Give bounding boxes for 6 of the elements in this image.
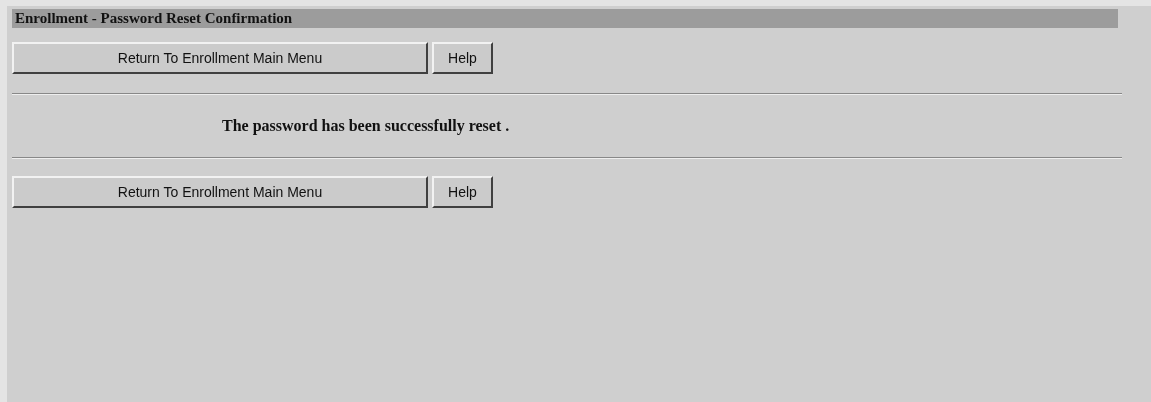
help-button[interactable]: Help <box>432 176 493 208</box>
return-button[interactable]: Return To Enrollment Main Menu <box>12 42 428 74</box>
page-title: Enrollment - Password Reset Confirmation <box>12 9 1118 28</box>
confirmation-message: The password has been successfully reset . <box>222 117 510 135</box>
return-button[interactable]: Return To Enrollment Main Menu <box>12 176 428 208</box>
help-button[interactable]: Help <box>432 42 493 74</box>
